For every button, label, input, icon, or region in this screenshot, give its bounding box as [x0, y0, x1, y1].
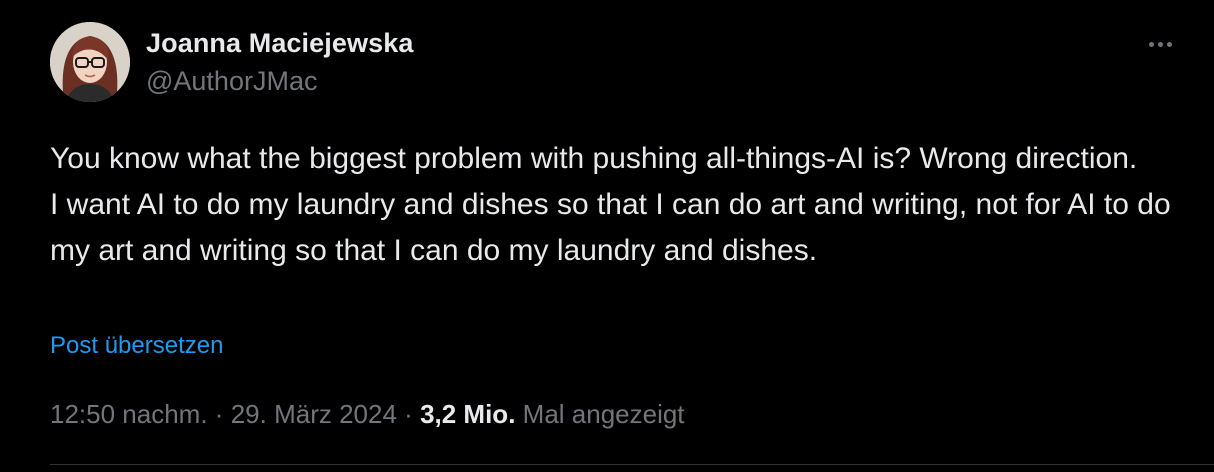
more-horizontal-icon-dot-3 — [1166, 41, 1172, 47]
more-horizontal-icon-dot-2 — [1157, 41, 1163, 47]
views-label: Mal angezeigt — [522, 399, 685, 429]
post-date[interactable]: 29. März 2024 — [231, 399, 397, 429]
divider — [50, 464, 1214, 465]
post-meta: 12:50 nachm. · 29. März 2024 · 3,2 Mio. … — [50, 396, 685, 432]
author-handle[interactable]: @AuthorJMac — [146, 64, 413, 98]
post-text-line-1: You know what the biggest problem with p… — [50, 142, 1138, 175]
meta-separator-2: · — [404, 399, 413, 429]
post-text-line-2: I want AI to do my laundry and dishes so… — [50, 188, 1171, 267]
translate-post-link[interactable]: Post übersetzen — [50, 330, 223, 362]
author-info: Joanna Maciejewska @AuthorJMac — [146, 26, 413, 98]
avatar-image — [50, 22, 130, 102]
more-horizontal-icon — [1148, 41, 1154, 47]
meta-separator: · — [214, 399, 224, 429]
avatar[interactable] — [50, 22, 130, 102]
more-button[interactable] — [1138, 26, 1182, 62]
post-text: You know what the biggest problem with p… — [50, 136, 1200, 274]
author-display-name[interactable]: Joanna Maciejewska — [146, 26, 413, 60]
post-time[interactable]: 12:50 nachm. — [50, 399, 208, 429]
post: Joanna Maciejewska @AuthorJMac You know … — [0, 0, 1214, 472]
views-count: 3,2 Mio. — [420, 399, 516, 429]
